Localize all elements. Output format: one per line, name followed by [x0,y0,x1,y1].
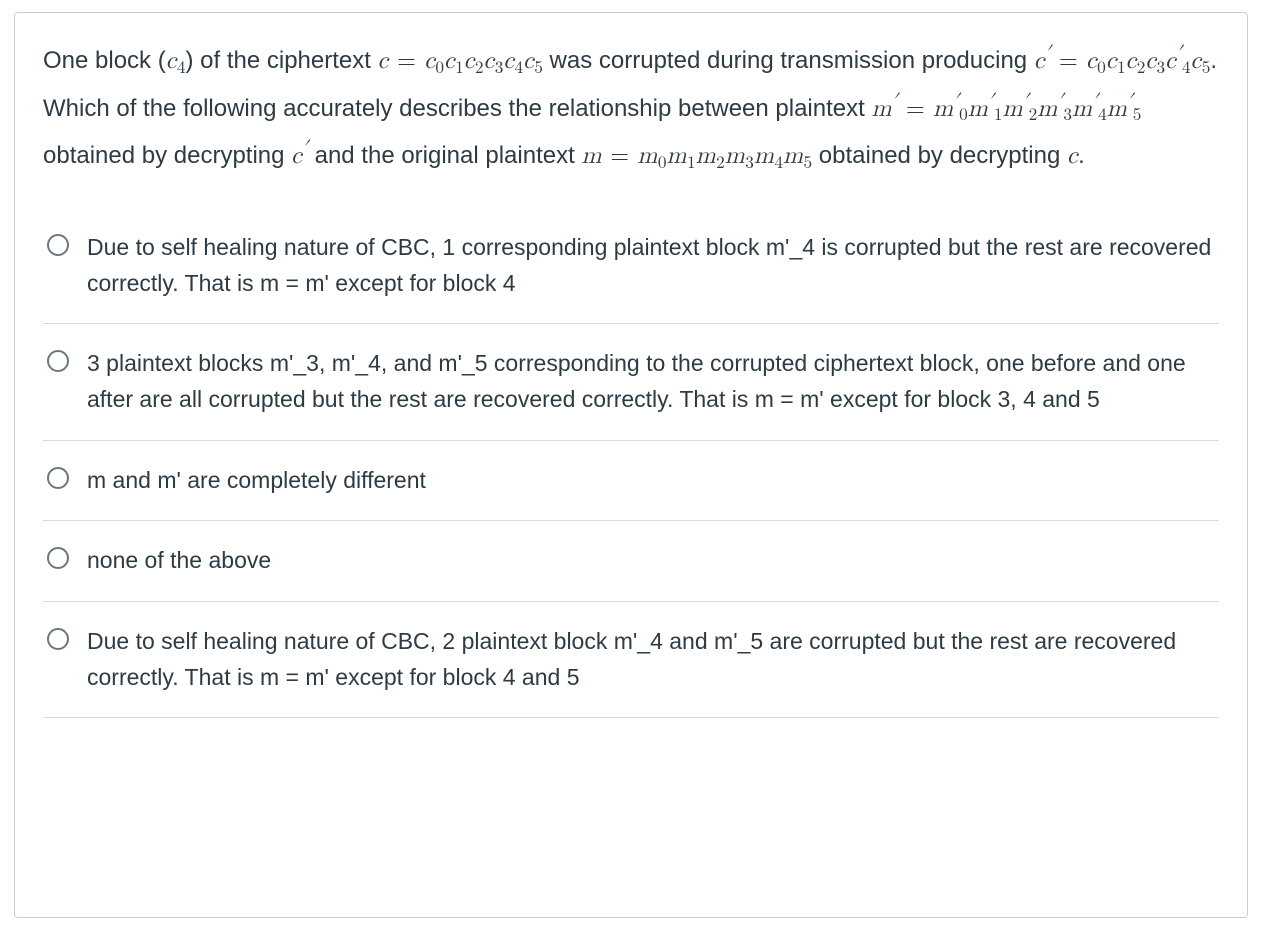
answer-option-5[interactable]: Due to self healing nature of CBC, 2 pla… [43,601,1219,717]
q-text-8: . [1078,142,1085,169]
q-text-3: was corrupted during transmission produc… [543,47,1034,74]
answer-list: Due to self healing nature of CBC, 1 cor… [43,208,1219,718]
answer-option-4[interactable]: none of the above [43,520,1219,601]
answer-text: 3 plaintext blocks m'_3, m'_4, and m'_5 … [87,346,1215,417]
answer-option-3[interactable]: m and m' are completely different [43,440,1219,521]
q-text-7: obtained by decrypting [812,142,1067,169]
radio-icon[interactable] [47,628,69,650]
answer-text: m and m' are completely different [87,463,426,499]
math-cprime: c′ [291,144,308,168]
answer-text: none of the above [87,543,271,579]
math-mprime-eq-blocks: m′=m′0m′1m′2m′3m′4m′5 [871,97,1141,121]
radio-icon[interactable] [47,467,69,489]
radio-icon[interactable] [47,234,69,256]
answer-text: Due to self healing nature of CBC, 2 pla… [87,624,1215,695]
math-cprime-eq-blocks: c′=c0c1c2c3c′4c5 [1034,49,1211,73]
question-card: One block (c4) of the ciphertext c=c0c1c… [14,12,1248,918]
radio-icon[interactable] [47,547,69,569]
answer-option-1[interactable]: Due to self healing nature of CBC, 1 cor… [43,208,1219,323]
math-c4: c4 [166,49,186,73]
question-stem: One block (c4) of the ciphertext c=c0c1c… [43,37,1219,180]
q-text-6: and the original plaintext [308,142,582,169]
math-c-eq-blocks: c=c0c1c2c3c4c5 [378,49,543,73]
answer-text: Due to self healing nature of CBC, 1 cor… [87,230,1215,301]
q-text-5: obtained by decrypting [43,142,291,169]
math-c-final: c [1067,144,1078,168]
math-m-eq-blocks: m=m0m1m2m3m4m5 [581,144,812,168]
q-text-2: ) of the ciphertext [186,47,378,74]
q-text-1: One block ( [43,47,166,74]
answer-option-2[interactable]: 3 plaintext blocks m'_3, m'_4, and m'_5 … [43,323,1219,439]
radio-icon[interactable] [47,350,69,372]
